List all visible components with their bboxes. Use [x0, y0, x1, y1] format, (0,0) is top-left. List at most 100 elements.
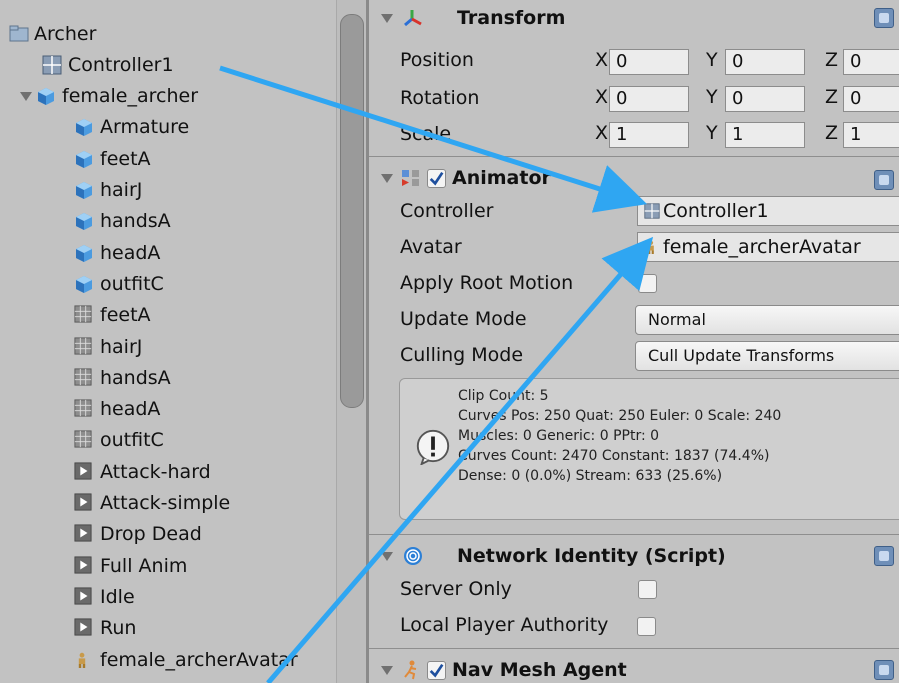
hierarchy-item-label: Run — [100, 617, 137, 640]
rotation-label: Rotation — [400, 87, 480, 109]
scale-y-field[interactable]: 1 — [725, 122, 805, 148]
avatar-icon — [648, 240, 654, 254]
scale-x-label[interactable]: X — [595, 122, 608, 144]
network-identity-header[interactable]: Network Identity (Script) — [369, 538, 899, 574]
scale-label: Scale — [400, 123, 452, 145]
foldout-arrow-icon[interactable] — [381, 173, 393, 183]
mesh-cube-icon — [74, 243, 94, 263]
culling-mode-dropdown[interactable]: Cull Update Transforms — [635, 341, 899, 371]
hierarchy-item-label: Attack-hard — [100, 460, 211, 483]
hierarchy-item[interactable]: Idle — [74, 581, 135, 612]
position-z-label[interactable]: Z — [825, 49, 838, 71]
hierarchy-item[interactable]: Archer — [8, 18, 96, 49]
hierarchy-item[interactable]: headA — [74, 237, 160, 268]
nav-mesh-agent-enabled-checkbox[interactable] — [427, 660, 446, 680]
position-z-field[interactable]: 0 — [843, 49, 899, 75]
section-divider — [369, 156, 899, 157]
foldout-arrow-icon[interactable] — [381, 665, 393, 675]
transform-header[interactable]: Transform — [369, 0, 899, 36]
transform-title: Transform — [457, 7, 566, 29]
hierarchy-item[interactable]: Controller1 — [42, 49, 174, 80]
position-y-field[interactable]: 0 — [725, 49, 805, 75]
foldout-arrow-icon[interactable] — [381, 551, 393, 561]
rotation-z-label[interactable]: Z — [825, 86, 838, 108]
local-player-authority-checkbox[interactable] — [637, 617, 656, 636]
mesh-grid-icon — [74, 399, 94, 419]
rotation-y-field[interactable]: 0 — [725, 86, 805, 112]
rotation-x-field[interactable]: 0 — [609, 86, 689, 112]
checkmark-icon — [429, 171, 444, 186]
scale-z-field[interactable]: 1 — [843, 122, 899, 148]
culling-mode-label: Culling Mode — [400, 344, 524, 366]
rotation-y-label[interactable]: Y — [706, 86, 718, 108]
hierarchy-item[interactable]: Full Anim — [74, 550, 187, 581]
scale-y-label[interactable]: Y — [706, 122, 718, 144]
foldout-arrow-icon[interactable] — [20, 91, 32, 101]
hierarchy-item[interactable]: outfitC — [74, 268, 164, 299]
checkmark-icon — [429, 663, 444, 678]
hierarchy-item[interactable]: feetA — [74, 300, 151, 331]
hierarchy-item-label: outfitC — [100, 272, 164, 295]
position-x-field[interactable]: 0 — [609, 49, 689, 75]
apply-root-motion-checkbox[interactable] — [638, 274, 657, 293]
server-only-checkbox[interactable] — [638, 580, 657, 599]
animation-clip-icon — [74, 556, 94, 576]
animator-enabled-checkbox[interactable] — [427, 168, 446, 188]
hierarchy-item[interactable]: Attack-simple — [74, 488, 230, 519]
animator-header[interactable]: Animator — [369, 160, 899, 196]
network-fingerprint-icon — [404, 547, 422, 565]
controller-object-field[interactable]: Controller1 — [637, 196, 899, 226]
hierarchy-item-label: hairJ — [100, 335, 143, 358]
animator-title: Animator — [452, 167, 551, 189]
update-mode-dropdown[interactable]: Normal — [635, 305, 899, 335]
hierarchy-scrollbar-thumb[interactable] — [340, 14, 364, 408]
hierarchy-item-label: Drop Dead — [100, 523, 202, 546]
avatar-object-field[interactable]: female_archerAvatar — [637, 232, 899, 262]
hierarchy-item-label: Full Anim — [100, 554, 188, 577]
hierarchy-item[interactable]: feetA — [74, 143, 151, 174]
mesh-grid-icon — [74, 368, 94, 388]
mesh-grid-icon — [74, 336, 94, 357]
transform-axes-icon — [404, 10, 422, 27]
rotation-x-label[interactable]: X — [595, 86, 608, 108]
hierarchy-item-label: handsA — [100, 210, 171, 233]
hierarchy-item[interactable]: hairJ — [74, 175, 142, 206]
hierarchy-item[interactable]: outfitC — [74, 425, 164, 456]
hierarchy-item[interactable]: female_archer — [20, 81, 198, 112]
animation-clip-icon — [74, 587, 94, 607]
info-line: Curves Pos: 250 Quat: 250 Euler: 0 Scale… — [458, 408, 782, 424]
hierarchy-item-label: headA — [100, 398, 161, 421]
hierarchy-item[interactable]: Armature — [74, 112, 189, 143]
mesh-grid-icon — [74, 305, 94, 325]
hierarchy-item[interactable]: female_archerAvatar — [74, 644, 298, 675]
hierarchy-item[interactable]: hairJ — [74, 331, 142, 362]
position-x-label[interactable]: X — [595, 49, 608, 71]
hierarchy-item-label: feetA — [100, 147, 151, 170]
scale-z-label[interactable]: Z — [825, 122, 838, 144]
position-y-label[interactable]: Y — [706, 49, 718, 71]
hierarchy-item[interactable]: Attack-hard — [74, 456, 211, 487]
info-line: Muscles: 0 Generic: 0 PPtr: 0 — [458, 428, 660, 444]
rotation-z-field[interactable]: 0 — [843, 86, 899, 112]
controller-label: Controller — [400, 200, 494, 222]
hierarchy-item[interactable]: handsA — [74, 362, 171, 393]
hierarchy-item[interactable]: Drop Dead — [74, 519, 202, 550]
help-icon[interactable] — [874, 660, 894, 680]
animator-controller-icon — [644, 203, 660, 219]
info-line: Dense: 0 (0.0%) Stream: 633 (25.6%) — [458, 468, 723, 484]
mesh-cube-icon — [74, 180, 94, 200]
inspector-panel: Transform Position Rotation Scale X 0 Y … — [369, 0, 899, 683]
animation-clip-icon — [74, 524, 94, 544]
hierarchy-item[interactable]: headA — [74, 394, 160, 425]
help-icon[interactable] — [874, 8, 894, 28]
scale-x-field[interactable]: 1 — [609, 122, 689, 148]
animator-icon — [402, 170, 419, 186]
avatar-icon — [74, 650, 94, 670]
help-icon[interactable] — [874, 546, 894, 566]
hierarchy-item[interactable]: Run — [74, 613, 136, 644]
help-icon[interactable] — [874, 170, 894, 190]
foldout-arrow-icon[interactable] — [381, 13, 393, 23]
nav-mesh-agent-header[interactable]: Nav Mesh Agent — [369, 652, 899, 683]
mesh-cube-icon — [74, 149, 94, 169]
hierarchy-item[interactable]: handsA — [74, 206, 171, 237]
